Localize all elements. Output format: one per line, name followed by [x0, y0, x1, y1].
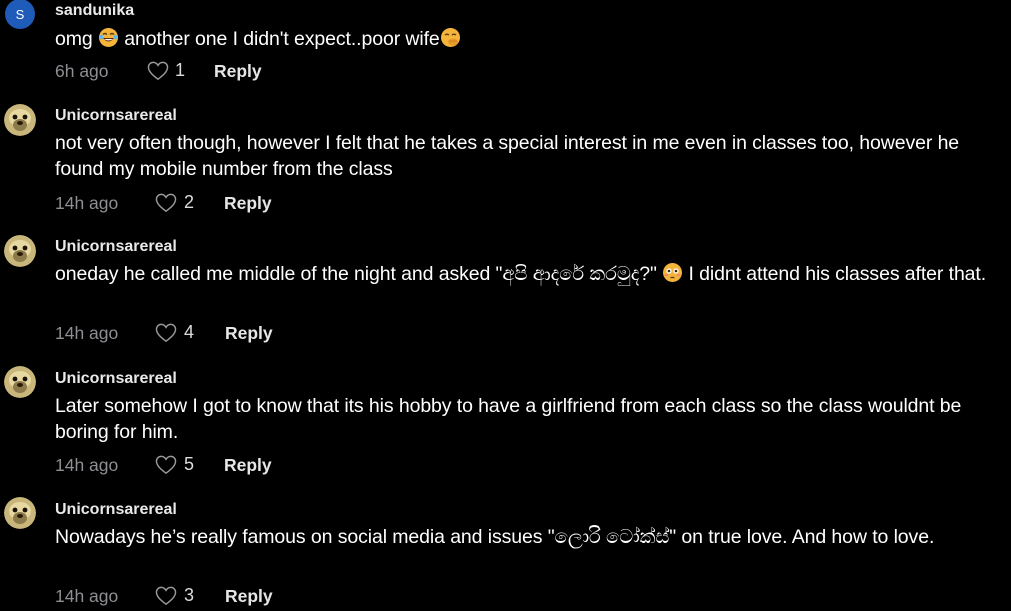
comment-text: not very often though, however I felt th…: [55, 132, 960, 180]
heart-icon[interactable]: [155, 323, 177, 348]
like-count: 2: [184, 192, 195, 212]
comment-time: 6h ago: [55, 61, 109, 81]
comment-time: 14h ago: [55, 455, 119, 475]
heart-icon[interactable]: [147, 61, 169, 86]
reply-button[interactable]: Reply: [224, 193, 272, 214]
comment-time: 14h ago: [55, 193, 119, 213]
like-count: 3: [184, 585, 195, 605]
heart-icon[interactable]: [155, 586, 177, 611]
comment-text: Later somehow I got to know that its his…: [55, 395, 962, 443]
avatar[interactable]: [4, 497, 36, 529]
reply-button[interactable]: Reply: [225, 586, 273, 607]
comment-time: 14h ago: [55, 323, 119, 343]
avatar[interactable]: [4, 104, 36, 136]
comment-text-part: oneday he called me middle of the night …: [55, 263, 657, 285]
comment-text: oneday he called me middle of the night …: [55, 261, 1005, 287]
comment-username[interactable]: Unicornsarereal: [55, 501, 177, 519]
comment-text: omg another one I didn't expect..poor wi…: [55, 26, 1005, 52]
avatar[interactable]: [4, 366, 36, 398]
comment-text-part: omg: [55, 28, 93, 50]
like-count: 5: [184, 454, 195, 474]
reply-button[interactable]: Reply: [225, 323, 273, 344]
comment-text: Nowadays he’s really famous on social me…: [55, 526, 935, 548]
heart-icon[interactable]: [155, 455, 177, 480]
heart-icon[interactable]: [155, 193, 177, 218]
flushed-face-emoji-icon: [662, 262, 683, 283]
comment-text-part: another one I didn't expect..poor wife: [124, 28, 440, 50]
comment-text-part: I didnt attend his classes after that.: [688, 263, 987, 285]
hand-over-mouth-emoji-icon: [440, 27, 461, 48]
like-count: 1: [175, 60, 186, 80]
reply-button[interactable]: Reply: [224, 455, 272, 476]
comment-username[interactable]: Unicornsarereal: [55, 238, 177, 256]
comment-username[interactable]: Unicornsarereal: [55, 370, 177, 388]
avatar[interactable]: [4, 235, 36, 267]
comment-username[interactable]: sandunika: [55, 2, 134, 20]
reply-button[interactable]: Reply: [214, 61, 262, 82]
comment-username[interactable]: Unicornsarereal: [55, 107, 177, 125]
avatar[interactable]: S: [5, 0, 35, 29]
avatar-letter: S: [15, 6, 25, 22]
laughing-tears-emoji-icon: [98, 27, 119, 48]
comment-time: 14h ago: [55, 586, 119, 606]
like-count: 4: [184, 322, 195, 342]
